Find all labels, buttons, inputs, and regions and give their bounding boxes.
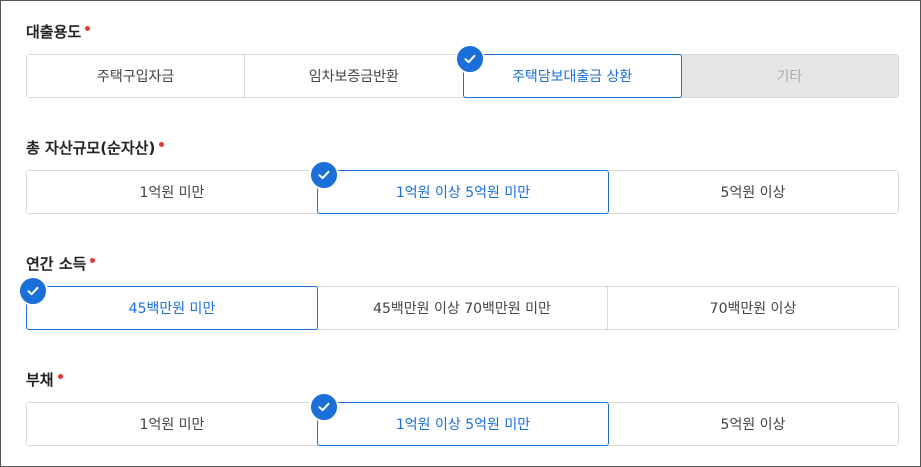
check-circle-icon bbox=[454, 44, 485, 74]
annual-income-group: 연간 소득 45백만원 미만 45백만원 이상 70백만원 미만 70백만원 이… bbox=[18, 254, 899, 330]
option-label: 기타 bbox=[776, 69, 803, 85]
option-label: 5억원 이상 bbox=[720, 185, 786, 201]
option-debt-100m-500m[interactable]: 1억원 이상 5억원 미만 bbox=[309, 392, 609, 446]
check-circle-icon bbox=[309, 160, 339, 190]
annual-income-options: 45백만원 미만 45백만원 이상 70백만원 미만 70백만원 이상 bbox=[18, 276, 899, 330]
required-dot-icon bbox=[90, 258, 96, 263]
option-label: 5억원 이상 bbox=[720, 417, 786, 433]
option-income-45m-70m[interactable]: 45백만원 이상 70백만원 미만 bbox=[317, 287, 608, 329]
loan-purpose-label: 대출용도 bbox=[26, 22, 899, 42]
option-label: 45백만원 미만 bbox=[128, 301, 216, 317]
debt-label-text: 부채 bbox=[26, 371, 54, 389]
option-label: 주택담보대출금 상환 bbox=[511, 69, 633, 85]
check-circle-icon bbox=[309, 392, 339, 422]
total-assets-options: 1억원 미만 1억원 이상 5억원 미만 5억원 이상 bbox=[26, 160, 899, 214]
total-assets-label-text: 총 자산규모(순자산) bbox=[26, 139, 156, 157]
option-assets-under-100m[interactable]: 1억원 미만 bbox=[27, 171, 318, 213]
loan-purpose-options: 주택구입자금 임차보증금반환 주택담보대출금 상환 기타 bbox=[26, 44, 899, 98]
required-dot-icon bbox=[57, 374, 63, 379]
loan-purpose-label-text: 대출용도 bbox=[26, 23, 82, 41]
total-assets-group: 총 자산규모(순자산) 1억원 미만 1억원 이상 5억원 미만 5억원 이상 bbox=[26, 138, 899, 214]
option-label: 70백만원 이상 bbox=[709, 301, 797, 317]
annual-income-label: 연간 소득 bbox=[26, 254, 899, 274]
option-other: 기타 bbox=[680, 55, 898, 97]
loan-form: 대출용도 주택구입자금 임차보증금반환 주택담보대출금 상환 기타 총 자산규모… bbox=[0, 0, 921, 467]
debt-label: 부채 bbox=[26, 370, 899, 390]
annual-income-label-text: 연간 소득 bbox=[26, 255, 87, 273]
option-income-under-45m[interactable]: 45백만원 미만 bbox=[18, 276, 318, 330]
check-circle-icon bbox=[18, 276, 48, 306]
option-income-over-70m[interactable]: 70백만원 이상 bbox=[608, 287, 898, 329]
option-debt-over-500m[interactable]: 5억원 이상 bbox=[608, 403, 898, 445]
option-label: 1억원 이상 5억원 미만 bbox=[395, 185, 531, 201]
required-dot-icon bbox=[85, 26, 91, 31]
option-label: 1억원 미만 bbox=[139, 185, 205, 201]
option-label: 임차보증금반환 bbox=[308, 69, 399, 85]
option-home-purchase[interactable]: 주택구입자금 bbox=[27, 55, 246, 97]
option-assets-100m-500m[interactable]: 1억원 이상 5억원 미만 bbox=[309, 160, 609, 214]
debt-options: 1억원 미만 1억원 이상 5억원 미만 5억원 이상 bbox=[26, 392, 899, 446]
option-label: 1억원 미만 bbox=[139, 417, 205, 433]
option-label: 1억원 이상 5억원 미만 bbox=[395, 417, 531, 433]
option-mortgage-repayment[interactable]: 주택담보대출금 상환 bbox=[454, 44, 682, 98]
option-label: 45백만원 이상 70백만원 미만 bbox=[373, 301, 551, 317]
option-debt-under-100m[interactable]: 1억원 미만 bbox=[27, 403, 318, 445]
option-label: 주택구입자금 bbox=[96, 69, 175, 85]
total-assets-label: 총 자산규모(순자산) bbox=[26, 138, 899, 158]
loan-purpose-group: 대출용도 주택구입자금 임차보증금반환 주택담보대출금 상환 기타 bbox=[26, 22, 899, 98]
option-assets-over-500m[interactable]: 5억원 이상 bbox=[608, 171, 898, 213]
option-deposit-refund[interactable]: 임차보증금반환 bbox=[245, 55, 464, 97]
required-dot-icon bbox=[159, 142, 165, 147]
debt-group: 부채 1억원 미만 1억원 이상 5억원 미만 5억원 이상 bbox=[26, 370, 899, 446]
